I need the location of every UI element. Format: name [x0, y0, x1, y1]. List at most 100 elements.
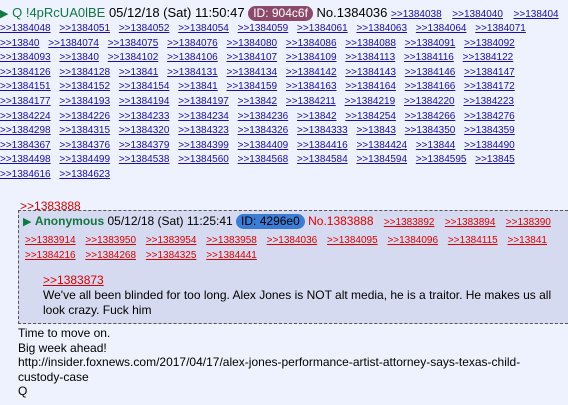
reply-link[interactable]: >>1384147: [464, 67, 515, 78]
reply-link[interactable]: >>1384226: [59, 111, 110, 122]
poster-id-badge[interactable]: ID: 4296e0: [236, 214, 305, 229]
reply-link[interactable]: >>1384276: [464, 111, 515, 122]
reply-link[interactable]: >>1384220: [404, 96, 455, 107]
reply-link[interactable]: >>1383958: [206, 235, 257, 246]
reply-link[interactable]: >>1384399: [178, 140, 229, 151]
chevron-right-icon[interactable]: ▶: [23, 216, 31, 228]
reply-link[interactable]: >>1383892: [384, 217, 435, 228]
reply-link[interactable]: >>1384040: [452, 9, 503, 20]
reply-link[interactable]: >>1384159: [227, 81, 278, 92]
reply-link[interactable]: >>13842: [238, 96, 278, 107]
reply-link[interactable]: >>1384154: [119, 81, 170, 92]
reply-link[interactable]: >>13844: [416, 140, 456, 151]
reply-link[interactable]: >>1384088: [345, 38, 396, 49]
reply-link[interactable]: >>1384320: [119, 125, 170, 136]
reply-link[interactable]: >>1384059: [238, 23, 289, 34]
reply-link[interactable]: >>1384416: [297, 140, 348, 151]
reply-link[interactable]: >>1383894: [445, 217, 496, 228]
reply-link[interactable]: >>1384131: [167, 67, 218, 78]
reply-link[interactable]: >>1384051: [59, 23, 110, 34]
reply-link[interactable]: >>1384233: [119, 111, 170, 122]
reply-link[interactable]: >>138404: [514, 9, 559, 20]
reply-link[interactable]: >>1384116: [404, 52, 454, 63]
reply-link[interactable]: >>1384163: [286, 81, 337, 92]
reply-link[interactable]: >>1384409: [238, 140, 289, 151]
reply-link[interactable]: >>1384268: [85, 250, 136, 261]
reply-link[interactable]: >>1384211: [286, 96, 336, 107]
reply-link[interactable]: >>1384146: [405, 67, 456, 78]
reply-link[interactable]: >>13841: [119, 67, 159, 78]
reply-link[interactable]: >>1384197: [178, 96, 229, 107]
reply-link[interactable]: >>1384223: [463, 96, 514, 107]
reply-link[interactable]: >>1384224: [0, 111, 51, 122]
reply-link[interactable]: >>1384106: [167, 52, 218, 63]
chevron-right-icon[interactable]: ▶: [0, 8, 8, 20]
reply-link[interactable]: >>1384109: [286, 52, 337, 63]
reply-link[interactable]: >>1384038: [391, 9, 442, 20]
reply-link[interactable]: >>1384093: [0, 52, 51, 63]
reply-link[interactable]: >>1384379: [119, 140, 170, 151]
reply-link[interactable]: >>13841: [508, 235, 548, 246]
reply-link[interactable]: >>13840: [59, 52, 99, 63]
reply-link[interactable]: >>1384128: [59, 67, 110, 78]
poster-id-badge[interactable]: ID: 904c6f: [248, 6, 313, 21]
reply-link[interactable]: >>1384298: [0, 125, 51, 136]
reply-link[interactable]: >>1384166: [405, 81, 456, 92]
reply-link[interactable]: >>1384254: [345, 111, 396, 122]
reply-link[interactable]: >>1384052: [119, 23, 170, 34]
reply-link[interactable]: >>1384164: [345, 81, 396, 92]
reply-link[interactable]: >>1384315: [59, 125, 110, 136]
reply-link[interactable]: >>1384143: [345, 67, 396, 78]
reply-link[interactable]: >>1383914: [25, 235, 76, 246]
reply-link[interactable]: >>1384063: [356, 23, 407, 34]
reply-link[interactable]: >>1384177: [0, 96, 51, 107]
reply-link[interactable]: >>1384091: [405, 38, 456, 49]
reply-link[interactable]: >>1384325: [146, 250, 197, 261]
reply-link[interactable]: >>1384061: [297, 23, 348, 34]
reply-link[interactable]: >>1384036: [267, 235, 318, 246]
quoted-post-link[interactable]: >>1383873: [43, 273, 104, 287]
reply-link[interactable]: >>1384219: [345, 96, 396, 107]
reply-link[interactable]: >>1384102: [108, 52, 159, 63]
reply-link[interactable]: >>1384234: [178, 111, 229, 122]
reply-link[interactable]: >>1384076: [167, 38, 218, 49]
reply-link[interactable]: >>1384122: [463, 52, 514, 63]
reply-link[interactable]: >>1383950: [85, 235, 136, 246]
reply-link[interactable]: >>1384092: [464, 38, 515, 49]
reply-link[interactable]: >>1384080: [227, 38, 278, 49]
reply-link[interactable]: >>1384151: [0, 81, 51, 92]
reply-link[interactable]: >>1384095: [327, 235, 378, 246]
reply-link[interactable]: >>1384142: [286, 67, 337, 78]
reply-link[interactable]: >>1384323: [178, 125, 229, 136]
reply-link[interactable]: >>1383954: [146, 235, 197, 246]
reply-link[interactable]: >>1384236: [238, 111, 289, 122]
reply-link[interactable]: >>1384054: [178, 23, 229, 34]
reply-link[interactable]: >>13841: [178, 81, 218, 92]
reply-link[interactable]: >>1384048: [0, 23, 51, 34]
reply-link[interactable]: >>1384594: [356, 154, 407, 165]
reply-link[interactable]: >>1384193: [59, 96, 110, 107]
reply-link[interactable]: >>1384568: [238, 154, 289, 165]
reply-link[interactable]: >>1384086: [286, 38, 337, 49]
reply-link[interactable]: >>1384350: [405, 125, 456, 136]
reply-link[interactable]: >>1384071: [475, 23, 526, 34]
reply-link[interactable]: >>13842: [297, 111, 337, 122]
reply-link[interactable]: >>1384490: [464, 140, 515, 151]
reply-link[interactable]: >>1384152: [59, 81, 110, 92]
reply-link[interactable]: >>1384333: [297, 125, 348, 136]
reply-link[interactable]: >>1384326: [238, 125, 289, 136]
reply-link[interactable]: >>1384560: [178, 154, 229, 165]
reply-link[interactable]: >>1384498: [0, 154, 51, 165]
reply-link[interactable]: >>1384216: [25, 250, 76, 261]
reply-link[interactable]: >>1384359: [464, 125, 515, 136]
post-number[interactable]: No.1383888: [308, 214, 373, 228]
reply-link[interactable]: >>1384074: [48, 38, 99, 49]
reply-link[interactable]: >>1384096: [387, 235, 438, 246]
reply-link[interactable]: >>1384107: [227, 52, 278, 63]
reply-link[interactable]: >>1384538: [119, 154, 170, 165]
reply-link[interactable]: >>13845: [475, 154, 515, 165]
reply-link[interactable]: >>1384113: [345, 52, 395, 63]
reply-link[interactable]: >>138390: [506, 217, 551, 228]
reply-link[interactable]: >>1384115: [448, 235, 498, 246]
reply-link[interactable]: >>13840: [0, 38, 40, 49]
